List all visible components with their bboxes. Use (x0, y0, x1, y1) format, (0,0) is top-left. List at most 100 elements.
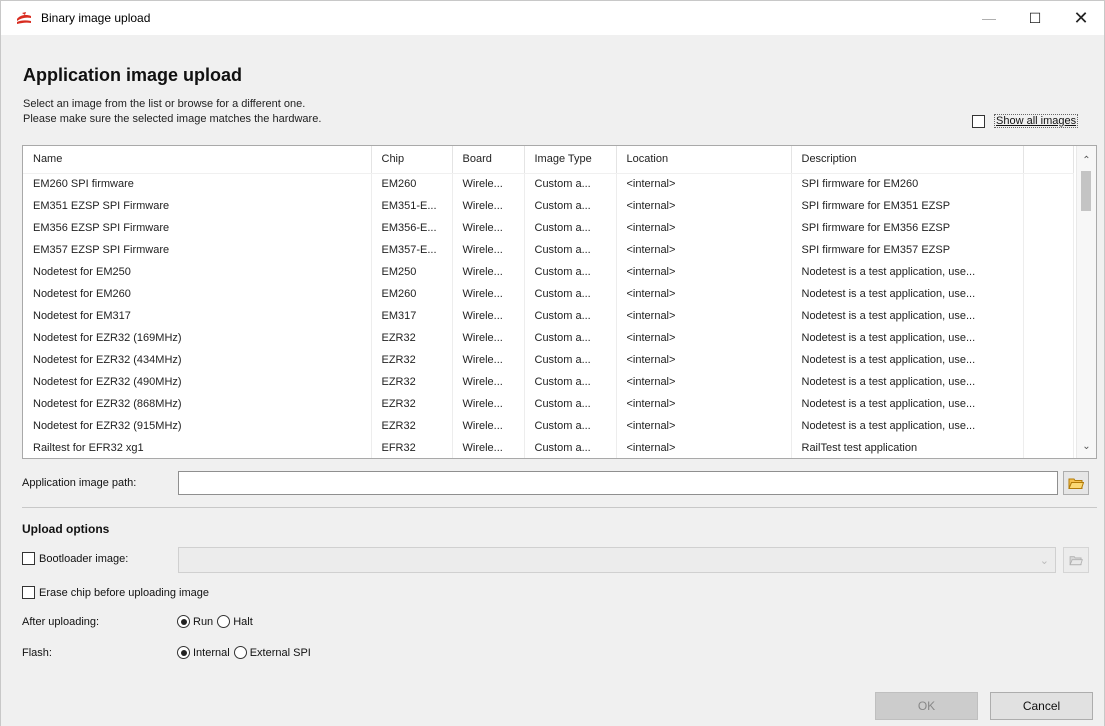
cell-image-type: Custom a... (524, 283, 617, 305)
app-logo-icon (17, 12, 31, 24)
cell-chip: EZR32 (371, 393, 453, 415)
radio-external-spi-button[interactable] (233, 646, 247, 659)
image-path-input[interactable] (178, 471, 1058, 495)
radio-halt[interactable]: Halt (217, 615, 253, 628)
column-header-filler (1023, 146, 1074, 174)
column-header-chip[interactable]: Chip (371, 146, 453, 174)
cell-chip: EZR32 (371, 371, 453, 393)
table-row[interactable]: EM356 EZSP SPI Firmware EM356-E... Wirele.… (23, 217, 1074, 239)
cell-location: <internal> (616, 415, 792, 437)
cell-board: Wirele... (452, 195, 525, 217)
column-header-board[interactable]: Board (452, 146, 525, 174)
cell-image-type: Custom a... (524, 371, 617, 393)
scroll-thumb[interactable] (1081, 171, 1091, 211)
window-title: Binary image upload (41, 11, 151, 25)
instruction-line-1: Select an image from the list or browse … (23, 98, 306, 110)
cancel-button[interactable]: Cancel (990, 692, 1093, 720)
cell-name: Nodetest for EM317 (23, 305, 372, 327)
radio-halt-label[interactable]: Halt (233, 616, 253, 628)
cell-chip: EM260 (371, 283, 453, 305)
table-row[interactable]: EM357 EZSP SPI Firmware EM357-E... Wirele.… (23, 239, 1074, 261)
table-row[interactable]: EM260 SPI firmware EM260 Wirele... Custom a… (23, 173, 1074, 195)
radio-run-label[interactable]: Run (193, 616, 213, 628)
table-row[interactable]: Nodetest for EZR32 (490MHz) EZR32 Wirele..… (23, 371, 1074, 393)
cell-filler (1023, 393, 1074, 415)
show-all-images-label[interactable]: Show all images (994, 114, 1079, 128)
cell-location: <internal> (616, 305, 792, 327)
cell-image-type: Custom a... (524, 327, 617, 349)
cell-board: Wirele... (452, 305, 525, 327)
cell-image-type: Custom a... (524, 437, 617, 458)
cell-filler (1023, 173, 1074, 195)
column-header-location[interactable]: Location (616, 146, 792, 174)
cell-board: Wirele... (452, 283, 525, 305)
table-scrollbar[interactable]: ⌃ ⌄ (1076, 146, 1096, 458)
erase-chip-option[interactable]: Erase chip before uploading image (22, 586, 209, 599)
scroll-down-icon[interactable]: ⌄ (1077, 438, 1096, 456)
column-header-name[interactable]: Name (23, 146, 372, 174)
bootloader-option[interactable]: Bootloader image: (22, 552, 128, 565)
radio-run[interactable]: Run (177, 615, 213, 628)
bootloader-checkbox[interactable] (22, 552, 35, 565)
radio-external-spi[interactable]: External SPI (233, 646, 311, 659)
column-header-image-type[interactable]: Image Type (524, 146, 617, 174)
flash-radio-group: Internal External SPI (177, 646, 315, 659)
cell-description: SPI firmware for EM351 EZSP (791, 195, 1024, 217)
cell-name: Nodetest for EZR32 (915MHz) (23, 415, 372, 437)
cell-location: <internal> (616, 393, 792, 415)
table-row[interactable]: Nodetest for EM260 EM260 Wirele... Custom a… (23, 283, 1074, 305)
cell-board: Wirele... (452, 173, 525, 195)
cell-board: Wirele... (452, 261, 525, 283)
separator (22, 507, 1097, 508)
close-button[interactable]: ✕ (1058, 1, 1104, 35)
radio-run-button[interactable] (177, 615, 190, 628)
radio-external-spi-label[interactable]: External SPI (250, 647, 311, 659)
show-all-images-checkbox[interactable] (972, 114, 985, 128)
cell-image-type: Custom a... (524, 239, 617, 261)
radio-internal[interactable]: Internal (177, 646, 230, 659)
cell-description: SPI firmware for EM260 (791, 173, 1024, 195)
cell-location: <internal> (616, 195, 792, 217)
cell-description: Nodetest is a test application, use... (791, 261, 1024, 283)
table-row[interactable]: Nodetest for EM250 EM250 Wirele... Custom a… (23, 261, 1074, 283)
table-row[interactable]: Railtest for EFR32 xg1 EFR32 Wirele... Cust… (23, 437, 1074, 458)
scroll-up-icon[interactable]: ⌃ (1077, 152, 1096, 170)
cell-board: Wirele... (452, 393, 525, 415)
after-uploading-label: After uploading: (22, 616, 100, 628)
bootloader-label[interactable]: Bootloader image: (39, 553, 128, 565)
radio-internal-button[interactable] (177, 646, 190, 659)
table-row[interactable]: EM351 EZSP SPI Firmware EM351-E... Wirele.… (23, 195, 1074, 217)
column-header-description[interactable]: Description (791, 146, 1024, 174)
cell-filler (1023, 371, 1074, 393)
browse-button[interactable] (1063, 471, 1089, 495)
cell-image-type: Custom a... (524, 415, 617, 437)
erase-chip-label[interactable]: Erase chip before uploading image (39, 587, 209, 599)
cell-description: Nodetest is a test application, use... (791, 393, 1024, 415)
folder-icon (1069, 555, 1083, 565)
cell-name: Nodetest for EZR32 (868MHz) (23, 393, 372, 415)
cell-description: RailTest test application (791, 437, 1024, 458)
cell-description: Nodetest is a test application, use... (791, 349, 1024, 371)
show-all-images-option[interactable]: Show all images (972, 114, 1079, 128)
cell-description: Nodetest is a test application, use... (791, 305, 1024, 327)
radio-internal-label[interactable]: Internal (193, 647, 230, 659)
table-row[interactable]: Nodetest for EZR32 (868MHz) EZR32 Wirele..… (23, 393, 1074, 415)
cell-location: <internal> (616, 239, 792, 261)
cell-chip: EM356-E... (371, 217, 453, 239)
table-row[interactable]: Nodetest for EZR32 (434MHz) EZR32 Wirele..… (23, 349, 1074, 371)
cell-name: EM356 EZSP SPI Firmware (23, 217, 372, 239)
minimize-button[interactable]: — (966, 1, 1012, 35)
cell-filler (1023, 195, 1074, 217)
erase-chip-checkbox[interactable] (22, 586, 35, 599)
cell-filler (1023, 349, 1074, 371)
maximize-button[interactable]: ☐ (1012, 1, 1058, 35)
radio-halt-button[interactable] (217, 615, 231, 628)
cell-filler (1023, 305, 1074, 327)
table-row[interactable]: Nodetest for EZR32 (915MHz) EZR32 Wirele..… (23, 415, 1074, 437)
table-row[interactable]: Nodetest for EZR32 (169MHz) EZR32 Wirele..… (23, 327, 1074, 349)
image-table[interactable]: Name Chip Board Image Type Location Desc… (22, 145, 1097, 459)
cell-filler (1023, 283, 1074, 305)
table-header-row: Name Chip Board Image Type Location Desc… (23, 146, 1074, 174)
table-row[interactable]: Nodetest for EM317 EM317 Wirele... Custom a… (23, 305, 1074, 327)
cell-name: Railtest for EFR32 xg1 (23, 437, 372, 458)
